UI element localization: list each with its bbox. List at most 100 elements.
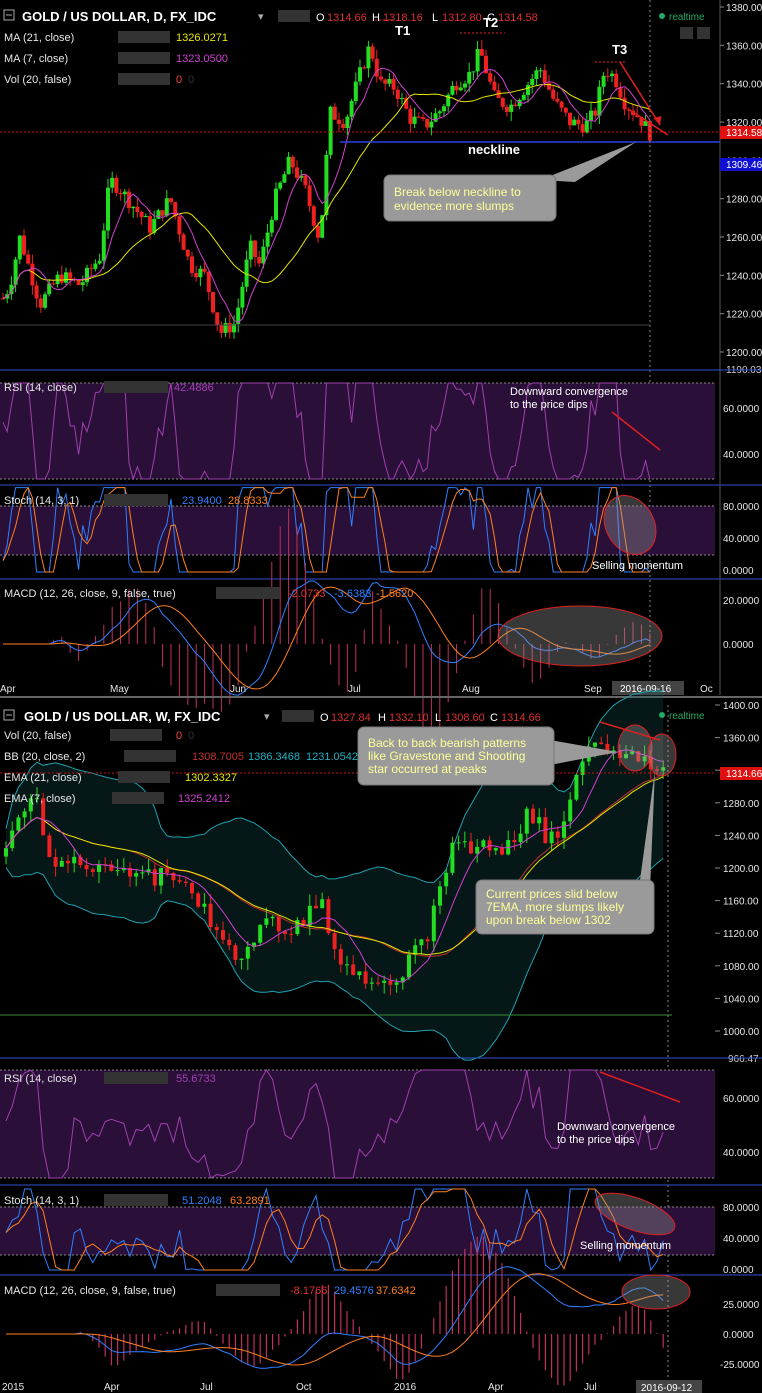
candle-body — [22, 811, 27, 818]
svg-text:RSI (14, close): RSI (14, close) — [4, 1073, 77, 1085]
candle-body — [444, 872, 449, 887]
chevron-down-icon[interactable]: ▾ — [264, 711, 270, 723]
indicator-controls[interactable] — [216, 1284, 280, 1296]
svg-text:60.0000: 60.0000 — [723, 1094, 760, 1105]
candle-body — [51, 283, 56, 285]
indicator-controls[interactable] — [124, 750, 176, 762]
candle-body — [324, 154, 329, 216]
candle-body — [463, 83, 467, 88]
candle-body — [408, 108, 413, 124]
candle-body — [580, 124, 585, 133]
realtime-dot-icon — [659, 13, 665, 19]
candle-body — [574, 774, 579, 800]
indicator-controls[interactable] — [118, 771, 170, 783]
svg-text:1386.3468: 1386.3468 — [248, 751, 300, 763]
indicator-controls[interactable] — [216, 587, 280, 599]
candle-body — [572, 119, 577, 126]
candle-body — [412, 116, 417, 124]
svg-text:1308.60: 1308.60 — [445, 712, 485, 724]
candle-body — [518, 833, 523, 843]
candle-body — [320, 899, 325, 909]
candle-body — [64, 272, 68, 283]
svg-text:80.0000: 80.0000 — [723, 502, 760, 513]
candle-body — [276, 916, 281, 932]
ind-ma7-value: 1323.0500 — [176, 53, 228, 65]
indicator-controls[interactable] — [118, 31, 170, 43]
weekly-title: GOLD / US DOLLAR, W, FX_IDC — [24, 709, 221, 724]
candle-body — [605, 75, 610, 77]
candle-body — [610, 73, 614, 77]
candle-body — [261, 246, 266, 264]
candle-body — [538, 70, 543, 72]
candle-body — [110, 177, 115, 188]
indicator-controls[interactable] — [104, 494, 168, 506]
candle-body — [183, 881, 188, 884]
candle-body — [593, 742, 597, 747]
candle-body — [68, 272, 73, 279]
chevron-down-icon[interactable]: ▾ — [258, 11, 264, 23]
svg-text:Selling momentum: Selling momentum — [580, 1240, 671, 1252]
candle-body — [55, 274, 60, 285]
candle-body — [376, 982, 380, 984]
candle-body — [156, 210, 161, 219]
candle-body — [419, 939, 424, 946]
svg-text:966.47: 966.47 — [728, 1054, 759, 1065]
candle-body — [47, 835, 52, 858]
svg-text:40.0000: 40.0000 — [723, 1148, 760, 1159]
svg-text:O: O — [316, 12, 325, 24]
candle-body — [442, 106, 446, 112]
candle-body — [524, 808, 529, 834]
candle-body — [429, 121, 434, 128]
y-tick-label: 1260.00 — [726, 233, 762, 244]
indicator-controls[interactable] — [112, 792, 164, 804]
candle-body — [233, 945, 238, 960]
svg-text:20.0000: 20.0000 — [723, 596, 760, 607]
candle-body — [337, 119, 341, 124]
svg-text:C: C — [490, 712, 498, 724]
candle-body — [311, 206, 316, 226]
candle-body — [159, 868, 163, 886]
svg-text:63.2891: 63.2891 — [230, 1195, 270, 1207]
candle-body — [549, 831, 554, 844]
candle-body — [135, 206, 140, 212]
candle-body — [622, 97, 627, 110]
candle-body — [568, 112, 572, 126]
candle-body — [509, 104, 514, 112]
candle-body — [363, 971, 368, 984]
candle-body — [493, 847, 498, 851]
candle-body — [438, 886, 442, 906]
candle-body — [328, 106, 333, 155]
candle-body — [469, 841, 473, 854]
candle-body — [332, 106, 337, 120]
candle-body — [458, 87, 463, 91]
candle-body — [169, 198, 173, 203]
candle-body — [400, 98, 404, 100]
indicator-controls[interactable] — [104, 381, 168, 393]
candle-body — [614, 73, 619, 88]
indicator-controls[interactable] — [104, 1194, 168, 1206]
candle-body — [134, 873, 139, 877]
svg-text:0: 0 — [188, 730, 194, 742]
candle-body — [388, 980, 393, 985]
indicator-controls[interactable] — [118, 52, 170, 64]
svg-text:Vol (20, false): Vol (20, false) — [4, 730, 71, 742]
svg-text:40.0000: 40.0000 — [723, 450, 760, 461]
svg-text:29.4576: 29.4576 — [334, 1285, 374, 1297]
indicator-controls[interactable] — [104, 1072, 168, 1084]
candle-body — [307, 905, 312, 926]
svg-text:0.0000: 0.0000 — [723, 566, 754, 577]
svg-text:37.6342: 37.6342 — [376, 1285, 416, 1297]
arrow-down-icon[interactable] — [680, 27, 693, 39]
close-icon[interactable] — [697, 27, 710, 39]
stoch-note: Selling momentum — [592, 560, 683, 572]
candle-body — [181, 234, 186, 250]
candle-body — [537, 817, 542, 824]
indicator-controls[interactable] — [110, 729, 162, 741]
candle-body — [289, 934, 294, 936]
candle-body — [152, 869, 157, 886]
settings-icon-group[interactable] — [278, 10, 310, 22]
indicator-controls[interactable] — [118, 73, 170, 85]
settings-icon-group[interactable] — [282, 710, 314, 722]
candle-body — [314, 905, 318, 909]
x-tick-label: Apr — [488, 1382, 504, 1393]
